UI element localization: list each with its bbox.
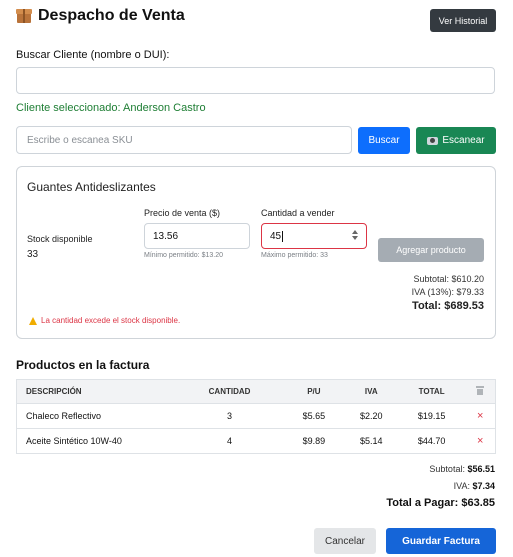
row-descripcion: Chaleco Reflectivo	[26, 411, 102, 421]
col-delete	[465, 379, 496, 404]
invoice-iva: IVA: $7.34	[454, 481, 495, 491]
product-title: Guantes Antideslizantes	[27, 180, 156, 194]
invoice-subtotal-label: Subtotal:	[429, 464, 465, 474]
invoice-iva-value: $7.34	[472, 481, 495, 491]
card-total: Total: $689.53	[412, 300, 484, 312]
selected-customer-prefix: Cliente seleccionado:	[16, 102, 121, 114]
save-invoice-button[interactable]: Guardar Factura	[386, 528, 496, 554]
view-history-button[interactable]: Ver Historial	[430, 9, 496, 32]
invoice-total-value: $63.85	[461, 497, 495, 509]
quantity-stepper[interactable]	[352, 230, 358, 240]
sku-input[interactable]	[16, 126, 352, 154]
row-total: $19.15	[417, 411, 446, 421]
table-row: Chaleco Reflectivo 3 $5.65 $2.20 $19.15 …	[16, 404, 496, 429]
price-hint: Mínimo permitido: $13.20	[144, 252, 223, 259]
row-iva: $5.14	[359, 436, 383, 446]
col-descripcion: DESCRIPCIÓN	[16, 379, 177, 404]
row-pu: $5.65	[302, 411, 326, 421]
scan-button-label: Escanear	[442, 135, 485, 146]
invoice-iva-label: IVA:	[453, 481, 470, 491]
row-cantidad: 3	[227, 411, 233, 421]
col-pu: P/U	[282, 379, 345, 404]
table-header-row: DESCRIPCIÓN CANTIDAD P/U IVA TOTAL	[16, 379, 496, 404]
row-descripcion: Aceite Sintético 10W-40	[26, 436, 122, 446]
customer-search-input[interactable]	[16, 67, 495, 94]
row-total: $44.70	[417, 436, 446, 446]
price-input[interactable]	[144, 223, 250, 249]
row-cantidad: 4	[227, 436, 233, 446]
quantity-hint: Máximo permitido: 33	[261, 252, 328, 259]
customer-search-label: Buscar Cliente (nombre o DUI):	[16, 49, 170, 61]
col-cantidad: CANTIDAD	[176, 379, 283, 404]
stepper-down-icon[interactable]	[352, 236, 358, 240]
col-total: TOTAL	[397, 379, 466, 404]
package-box-icon	[16, 8, 32, 24]
page-title: Despacho de Venta	[16, 7, 185, 25]
selected-customer-name: Anderson Castro	[123, 102, 206, 114]
row-pu: $9.89	[302, 436, 326, 446]
page-title-text: Despacho de Venta	[38, 7, 185, 24]
stock-warning-text: La cantidad excede el stock disponible.	[41, 316, 181, 325]
stock-label: Stock disponible	[27, 234, 93, 244]
add-product-button[interactable]: Agregar producto	[378, 238, 484, 262]
delete-row-icon[interactable]: ×	[477, 410, 483, 422]
stepper-up-icon[interactable]	[352, 230, 358, 234]
quantity-value: 45	[270, 230, 282, 242]
delete-row-icon[interactable]: ×	[477, 435, 483, 447]
price-label: Precio de venta ($)	[144, 208, 221, 218]
row-iva: $2.20	[359, 411, 383, 421]
warning-triangle-icon	[29, 316, 37, 325]
stock-value: 33	[27, 249, 39, 260]
card-subtotal: Subtotal: $610.20	[413, 274, 484, 284]
search-sku-button[interactable]: Buscar	[358, 127, 410, 154]
col-iva: IVA	[344, 379, 398, 404]
cancel-button[interactable]: Cancelar	[314, 528, 376, 554]
invoice-table: DESCRIPCIÓN CANTIDAD P/U IVA TOTAL Chale…	[16, 379, 496, 454]
invoice-total-label: Total a Pagar:	[386, 497, 459, 509]
invoice-subtotal-value: $56.51	[467, 464, 495, 474]
camera-icon	[427, 136, 439, 145]
selected-customer: Cliente seleccionado: Anderson Castro	[16, 102, 206, 114]
invoice-total: Total a Pagar: $63.85	[386, 497, 495, 509]
invoice-section-title: Productos en la factura	[16, 358, 150, 372]
card-iva: IVA (13%): $79.33	[411, 287, 484, 297]
trash-icon	[476, 386, 485, 395]
quantity-label: Cantidad a vender	[261, 208, 335, 218]
quantity-input[interactable]: 45	[261, 223, 367, 249]
stock-warning: La cantidad excede el stock disponible.	[29, 316, 180, 325]
invoice-subtotal: Subtotal: $56.51	[429, 464, 495, 474]
table-row: Aceite Sintético 10W-40 4 $9.89 $5.14 $4…	[16, 429, 496, 454]
scan-sku-button[interactable]: Escanear	[416, 127, 496, 154]
